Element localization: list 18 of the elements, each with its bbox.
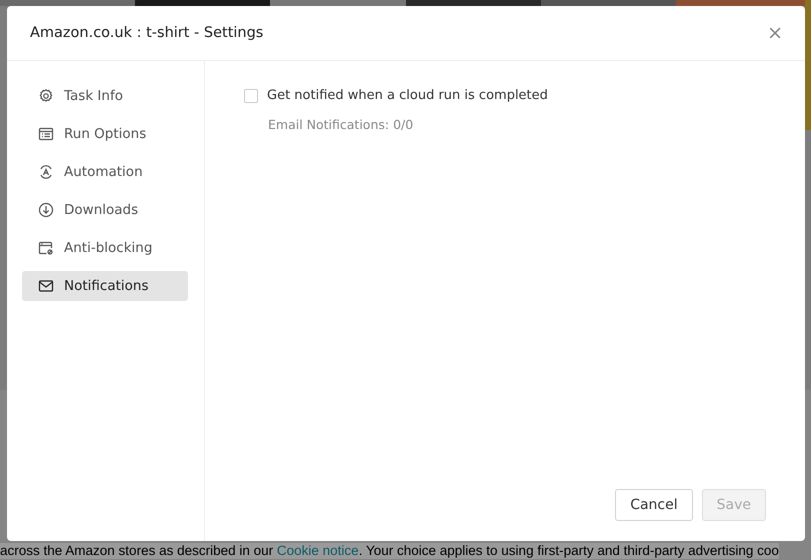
cancel-button[interactable]: Cancel bbox=[615, 489, 693, 521]
settings-icon bbox=[38, 88, 54, 104]
list-icon bbox=[38, 126, 54, 142]
sidebar-item[interactable]: Automation bbox=[22, 157, 188, 187]
cookie-notice-text: across the Amazon stores as described in our Cookie notice. Your choice applies to using first-party and third-party advertising coo bbox=[0, 543, 779, 559]
automation-icon bbox=[38, 164, 54, 180]
download-icon bbox=[38, 202, 54, 218]
sidebar-item[interactable]: Run Options bbox=[22, 119, 188, 149]
mail-icon bbox=[38, 278, 54, 294]
sidebar-item[interactable]: Downloads bbox=[22, 195, 188, 225]
dialog-title: Amazon.co.uk : t-shirt - Settings bbox=[30, 25, 264, 41]
close-button[interactable]: × bbox=[767, 22, 783, 44]
sidebar-item[interactable]: Notifications bbox=[22, 271, 188, 301]
checkbox[interactable] bbox=[244, 88, 258, 102]
checkbox-label: Get notified when a cloud run is completed bbox=[267, 88, 548, 103]
sidebar-item[interactable]: Task Info bbox=[22, 81, 188, 111]
sidebar-item[interactable]: Anti-blocking bbox=[22, 233, 188, 263]
email-notifications-count: Email Notifications: 0/0 bbox=[268, 117, 414, 132]
